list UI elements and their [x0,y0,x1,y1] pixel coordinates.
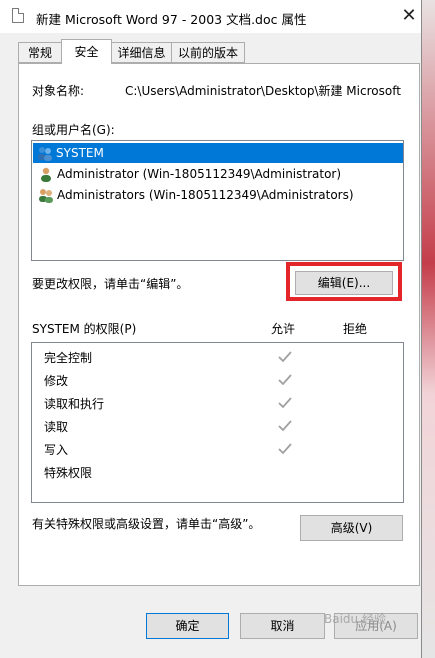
user-icon [41,167,51,182]
allow-checkmark [278,397,292,409]
advanced-hint: 有关特殊权限或高级设置，请单击“高级”。 [32,517,261,531]
tab-previous-versions[interactable]: 以前的版本 [171,42,245,63]
allow-checkmark [278,351,292,363]
user-list[interactable]: SYSTEM Administrator (Win-1805112349\Adm… [31,140,404,261]
tab-security[interactable]: 安全 [61,39,112,64]
tab-general[interactable]: 常规 [18,42,62,63]
change-permission-hint: 要更改权限，请单击“编辑”。 [32,277,189,291]
cancel-button[interactable]: 取消 [240,613,325,639]
user-label: Administrators (Win-1805112349\Administr… [57,188,354,202]
tab-details[interactable]: 详细信息 [111,42,172,63]
user-label: Administrator (Win-1805112349\Administra… [57,167,342,181]
users-group-icon [39,189,53,203]
window-title: 新建 Microsoft Word 97 - 2003 文档.doc 属性 [36,12,307,27]
permission-name: 特殊权限 [44,466,93,480]
allow-checkmark [278,420,292,432]
title-bar[interactable]: 新建 Microsoft Word 97 - 2003 文档.doc 属性 ✕ [0,0,421,33]
list-item-system[interactable]: SYSTEM [33,143,403,163]
ok-button[interactable]: 确定 [146,613,229,639]
permission-name: 写入 [44,443,69,457]
object-name-value: C:\Users\Administrator\Desktop\新建 Micros… [125,84,401,98]
baidu-watermark: Baidu 经验 [324,612,386,626]
allow-header: 允许 [271,322,296,336]
groups-label: 组或用户名(G): [32,123,115,137]
permission-list: 完全控制 修改 读取和执行 读取 写入 特殊权限 [31,342,404,503]
properties-dialog: 新建 Microsoft Word 97 - 2003 文档.doc 属性 ✕ … [0,0,422,658]
deny-header: 拒绝 [343,322,368,336]
allow-checkmark [278,443,292,455]
close-button[interactable]: ✕ [396,2,422,30]
allow-checkmark [278,374,292,386]
permission-name: 完全控制 [44,351,93,365]
user-label: SYSTEM [56,146,104,160]
permission-name: 读取和执行 [44,397,105,411]
document-icon [12,8,24,23]
advanced-button[interactable]: 高级(V) [300,515,403,541]
permission-name: 读取 [44,420,69,434]
list-item-administrators[interactable]: Administrators (Win-1805112349\Administr… [34,185,402,205]
object-name-label: 对象名称: [32,84,85,98]
users-group-icon [38,147,52,161]
highlight-frame [286,262,402,301]
list-item-administrator[interactable]: Administrator (Win-1805112349\Administra… [34,164,402,184]
permission-name: 修改 [44,374,69,388]
permissions-label: SYSTEM 的权限(P) [32,322,137,336]
